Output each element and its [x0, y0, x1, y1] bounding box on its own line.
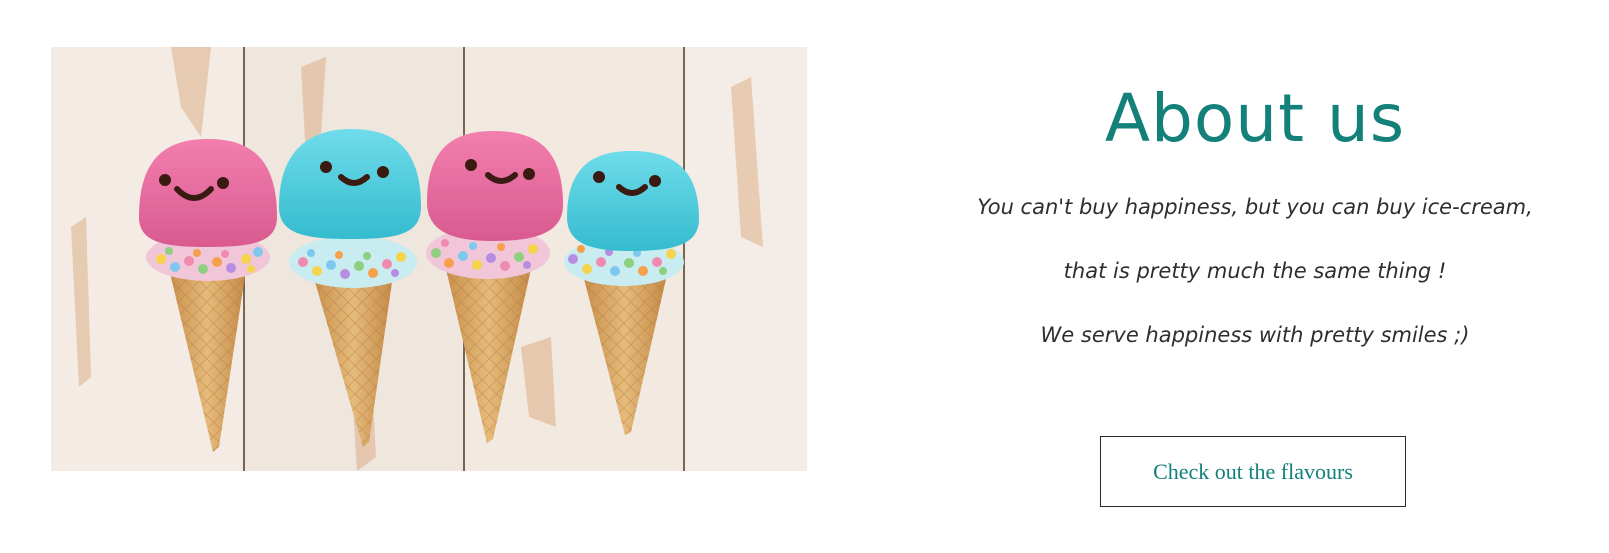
- check-flavours-button[interactable]: Check out the flavours: [1100, 436, 1406, 507]
- about-section: About us You can't buy happiness, but yo…: [0, 0, 1609, 553]
- tagline-line-2: that is pretty much the same thing !: [1063, 259, 1447, 283]
- tagline-line-1: You can't buy happiness, but you can buy…: [977, 195, 1533, 219]
- tagline-line-3: We serve happiness with pretty smiles ;): [1040, 323, 1470, 347]
- about-title: About us: [1104, 80, 1406, 157]
- about-text-column: About us You can't buy happiness, but yo…: [940, 0, 1570, 553]
- ice-cream-cones-image: [51, 47, 807, 471]
